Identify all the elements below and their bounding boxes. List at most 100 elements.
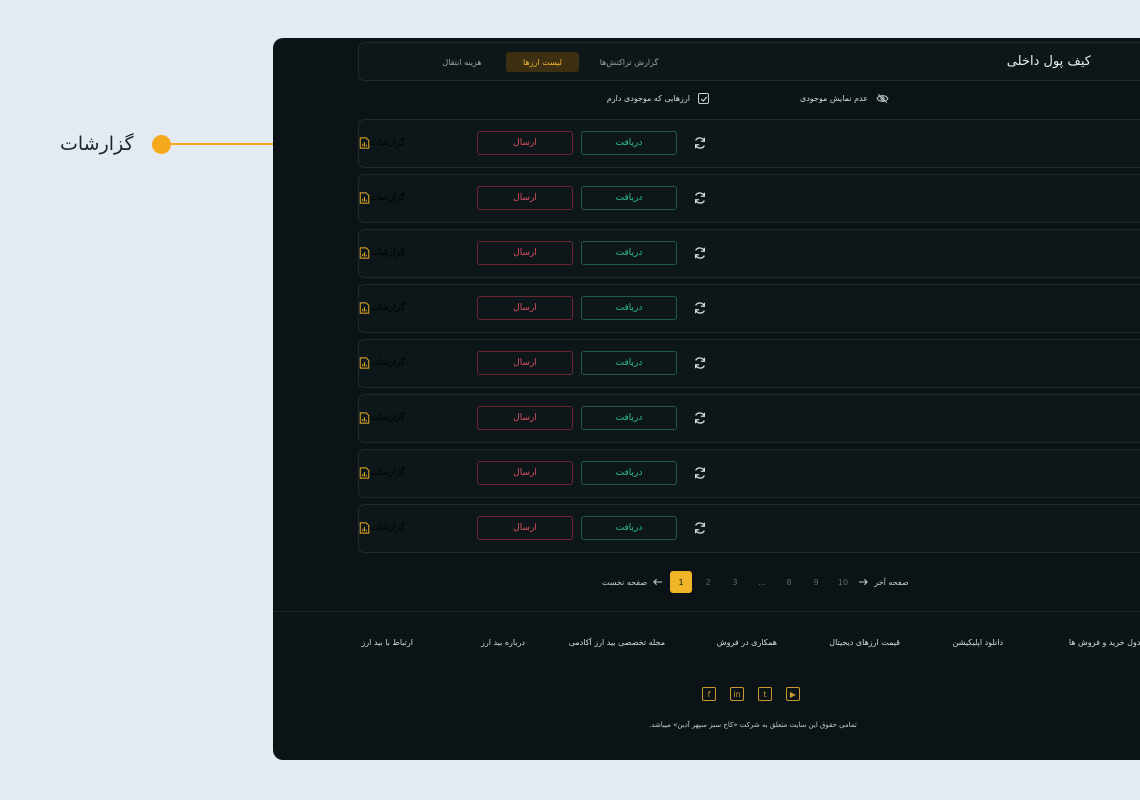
annotation-label: گزارشات — [60, 133, 134, 155]
page-number-10[interactable]: 10 — [832, 571, 854, 593]
footer-link[interactable]: دانلود اپلیکیشن — [953, 638, 1003, 647]
send-button[interactable]: ارسال — [477, 406, 573, 430]
report-file-icon — [359, 192, 370, 204]
checkbox-checked-icon — [698, 93, 709, 104]
first-page-button[interactable]: صفحه نخست — [599, 571, 665, 593]
refresh-icon[interactable] — [693, 466, 707, 480]
page-title: کیف پول داخلی — [1006, 54, 1091, 69]
send-button[interactable]: ارسال — [477, 296, 573, 320]
footer-link[interactable]: ارتباط با بید ارز — [361, 638, 413, 647]
footer-link[interactable]: مجله تخصصی بید ارز آکادمی — [569, 638, 665, 647]
reports-button[interactable]: گزارشات — [359, 186, 405, 210]
tab-transaction-report[interactable]: گزارش تراکنش‌ها — [589, 52, 669, 72]
table-row: دریافت ارسال گزارشات — [358, 119, 1140, 168]
footer-link[interactable]: درباره بید ارز — [481, 638, 525, 647]
reports-button[interactable]: گزارشات — [359, 296, 405, 320]
reports-label: گزارشات — [370, 523, 405, 533]
reports-button[interactable]: گزارشات — [359, 351, 405, 375]
report-file-icon — [359, 357, 370, 369]
reports-label: گزارشات — [370, 468, 405, 478]
pagination: صفحه آخر 10 9 8... 3 2 1 صفحه نخست — [358, 571, 1140, 593]
table-row: دریافت ارسال گزارشات — [358, 394, 1140, 443]
send-button[interactable]: ارسال — [477, 186, 573, 210]
footer-link[interactable]: جدول خرید و فروش ها — [1069, 638, 1140, 647]
report-file-icon — [359, 302, 370, 314]
refresh-icon[interactable] — [693, 356, 707, 370]
receive-button[interactable]: دریافت — [581, 516, 677, 540]
report-file-icon — [359, 247, 370, 259]
footer-link[interactable]: همکاری در فروش — [717, 638, 777, 647]
last-page-button[interactable]: صفحه آخر — [856, 571, 912, 593]
linkedin-icon[interactable]: in — [730, 687, 744, 701]
reports-label: گزارشات — [370, 138, 405, 148]
table-row: دریافت ارسال گزارشات — [358, 449, 1140, 498]
refresh-icon[interactable] — [693, 301, 707, 315]
send-button[interactable]: ارسال — [477, 516, 573, 540]
table-row: دریافت ارسال گزارشات — [358, 504, 1140, 553]
filter-bar: عدم نمایش موجودی ارزهایی که موجودی دارم — [369, 93, 889, 109]
page-number-2[interactable]: 2 — [697, 571, 719, 593]
${r.icon} — [1109, 291, 1127, 309]
refresh-icon[interactable] — [693, 521, 707, 535]
copyright-text: تمامی حقوق این سایت متعلق به شرکت «کاج س… — [649, 721, 857, 729]
${r.icon} — [1109, 346, 1127, 364]
reports-label: گزارشات — [370, 413, 405, 423]
${r.icon} — [1109, 236, 1127, 254]
reports-label: گزارشات — [370, 303, 405, 313]
hide-balance-label: عدم نمایش موجودی — [799, 94, 868, 103]
reports-button[interactable]: گزارشات — [359, 406, 405, 430]
hide-balance-toggle[interactable]: عدم نمایش موجودی — [800, 93, 889, 104]
reports-button[interactable]: گزارشات — [359, 131, 405, 155]
youtube-icon[interactable]: ▶ — [786, 687, 800, 701]
social-links: f in t ▶ — [702, 687, 800, 701]
receive-button[interactable]: دریافت — [581, 351, 677, 375]
page-number-3[interactable]: 3 — [724, 571, 746, 593]
receive-button[interactable]: دریافت — [581, 461, 677, 485]
receive-button[interactable]: دریافت — [581, 241, 677, 265]
report-file-icon — [359, 522, 370, 534]
refresh-icon[interactable] — [693, 191, 707, 205]
report-file-icon — [359, 467, 370, 479]
receive-button[interactable]: دریافت — [581, 406, 677, 430]
first-page-label: صفحه نخست — [601, 577, 648, 587]
twitter-icon[interactable]: t — [758, 687, 772, 701]
page-number-ellipsis: ... — [758, 577, 766, 587]
reports-label: گزارشات — [370, 248, 405, 258]
send-button[interactable]: ارسال — [477, 351, 573, 375]
report-file-icon — [359, 412, 370, 424]
arrow-left-icon — [653, 578, 663, 586]
reports-button[interactable]: گزارشات — [359, 461, 405, 485]
${r.icon} — [1109, 456, 1127, 474]
wallet-header: کیف پول داخلی گزارش تراکنش‌ها لیست ارزها… — [358, 42, 1140, 81]
table-row: دریافت ارسال گزارشات — [358, 174, 1140, 223]
footer-links: جدول خرید و فروش ها دانلود اپلیکیشن قیمت ا… — [273, 638, 1140, 652]
facebook-icon[interactable]: f — [702, 687, 716, 701]
receive-button[interactable]: دریافت — [581, 131, 677, 155]
tab-transfer-fee[interactable]: هزینه انتقال — [429, 52, 495, 72]
receive-button[interactable]: دریافت — [581, 186, 677, 210]
table-row: دریافت ارسال گزارشات — [358, 284, 1140, 333]
footer-divider — [273, 611, 1140, 612]
${r.icon} — [1109, 401, 1127, 419]
page-number-8[interactable]: 8 — [778, 571, 800, 593]
wallet-app-window: کیف پول داخلی گزارش تراکنش‌ها لیست ارزها… — [273, 38, 1140, 760]
reports-button[interactable]: گزارشات — [359, 516, 405, 540]
send-button[interactable]: ارسال — [477, 461, 573, 485]
tab-currency-list[interactable]: لیست ارزها — [506, 52, 579, 72]
report-file-icon — [359, 137, 370, 149]
page-number-1[interactable]: 1 — [670, 571, 692, 593]
refresh-icon[interactable] — [693, 411, 707, 425]
footer-link[interactable]: قیمت ارزهای دیجیتال — [829, 638, 900, 647]
last-page-label: صفحه آخر — [874, 577, 909, 587]
send-button[interactable]: ارسال — [477, 131, 573, 155]
send-button[interactable]: ارسال — [477, 241, 573, 265]
owned-only-checkbox[interactable]: ارزهایی که موجودی دارم — [607, 93, 709, 104]
table-row: دریافت ارسال گزارشات — [358, 229, 1140, 278]
page-number-9[interactable]: 9 — [805, 571, 827, 593]
refresh-icon[interactable] — [693, 136, 707, 150]
eye-slash-icon — [876, 93, 889, 104]
receive-button[interactable]: دریافت — [581, 296, 677, 320]
refresh-icon[interactable] — [693, 246, 707, 260]
reports-label: گزارشات — [370, 193, 405, 203]
reports-button[interactable]: گزارشات — [359, 241, 405, 265]
